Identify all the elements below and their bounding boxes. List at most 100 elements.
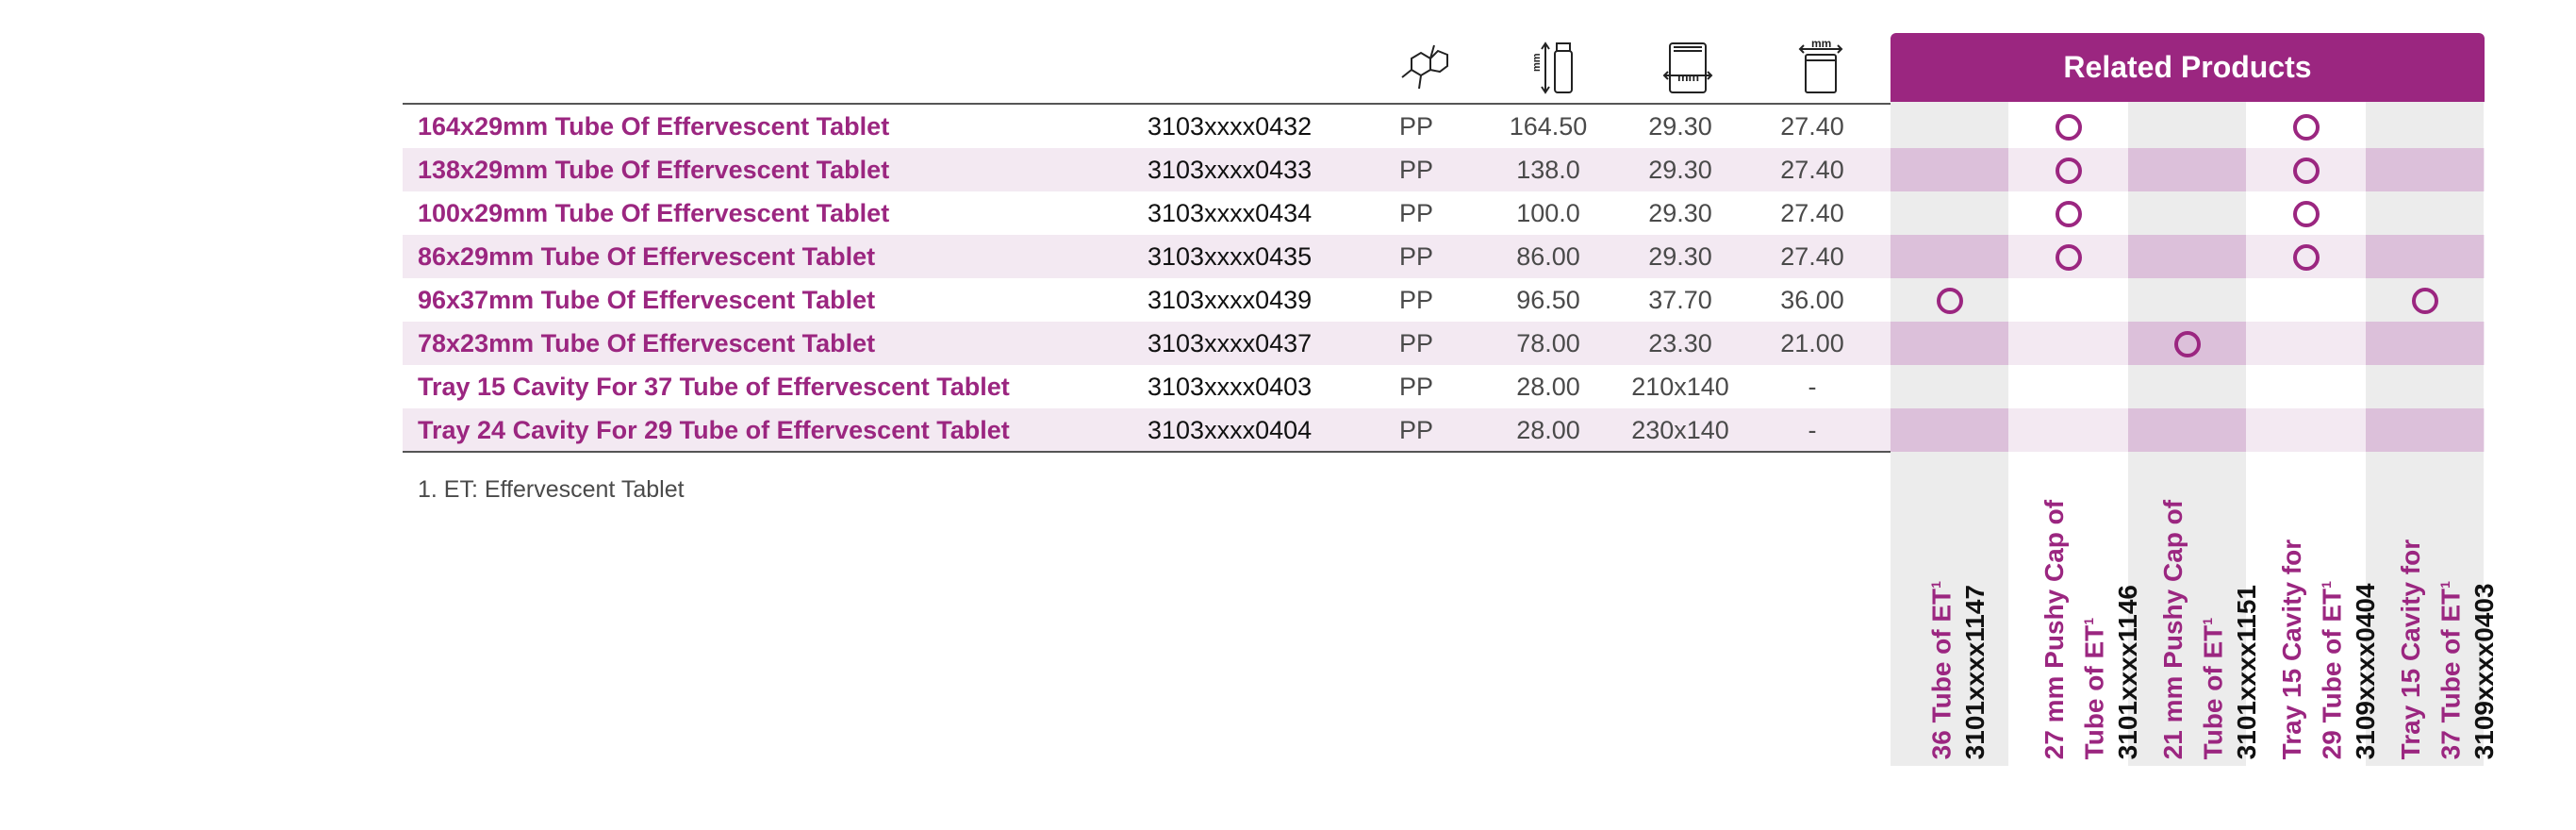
product-code: 3103xxxx0435: [1148, 242, 1313, 271]
product-rows: 164x29mm Tube Of Effervescent Tablet 3103…: [403, 105, 2485, 452]
length-mm-icon: mm: [1523, 38, 1589, 96]
product-code: 3103xxxx0437: [1148, 329, 1313, 357]
row-shade-cell: [1891, 322, 2008, 365]
row-shade-cell: [1891, 408, 2008, 452]
compatible-circle-icon: [2056, 244, 2082, 271]
diameter-cell: 37.70: [1648, 286, 1712, 314]
product-code: 3103xxxx0432: [1148, 112, 1313, 141]
row-shade-cell: [2366, 322, 2484, 365]
table-row: Tray 15 Cavity For 37 Tube of Effervesce…: [403, 365, 2485, 408]
material-cell: PP: [1398, 286, 1434, 314]
related-product-name-line2: Tube of ET1: [2079, 617, 2109, 759]
compatible-circle-icon: [2412, 288, 2438, 314]
material-cell: PP: [1398, 329, 1434, 357]
column-header-icons: mm mm mm: [0, 37, 1891, 99]
row-shade-cell: [2128, 148, 2246, 191]
diameter-cell: 210x140: [1631, 373, 1729, 401]
neck-mm-label: mm: [1811, 38, 1831, 50]
table-row: 86x29mm Tube Of Effervescent Tablet 3103x…: [403, 235, 2485, 278]
compatible-circle-icon: [2056, 114, 2082, 141]
product-name: Tray 15 Cavity For 37 Tube of Effervesce…: [418, 373, 1010, 401]
material-cell: PP: [1398, 199, 1434, 227]
product-code: 3103xxxx0433: [1148, 156, 1313, 184]
diameter-cell: 29.30: [1648, 156, 1712, 184]
related-product-name-line1: 27 mm Pushy Cap of: [2039, 499, 2069, 759]
length-cell: 28.00: [1516, 416, 1580, 444]
diameter-mm-icon: mm: [1655, 38, 1721, 96]
row-shade-cell: [2366, 408, 2484, 452]
material-molecule-icon: [1391, 38, 1457, 96]
related-product-name-line2: 29 Tube of ET1: [2317, 580, 2347, 759]
related-product-name-line1: Tray 15 Cavity for: [2277, 539, 2306, 759]
table-row: Tray 24 Cavity For 29 Tube of Effervesce…: [403, 408, 2485, 452]
row-shade-cell: [2366, 148, 2484, 191]
compatible-circle-icon: [2293, 114, 2320, 141]
related-product-name-line2: Tube of ET1: [2198, 617, 2228, 759]
compatible-circle-icon: [2293, 158, 2320, 184]
row-shade-cell: [2128, 235, 2246, 278]
row-shade-cell: [1891, 148, 2008, 191]
related-product-label: 27 mm Pushy Cap of Tube of ET1 3101xxxx114…: [2009, 472, 2142, 759]
related-product-name-line2: 37 Tube of ET1: [2436, 580, 2466, 759]
product-name: 164x29mm Tube Of Effervescent Tablet: [418, 112, 890, 141]
diameter-mm-label: mm: [1677, 70, 1699, 84]
neck-cell: -: [1808, 373, 1817, 401]
product-code: 3103xxxx0404: [1148, 416, 1313, 444]
related-product-name-line1: 21 mm Pushy Cap of: [2158, 499, 2188, 759]
table-row: 164x29mm Tube Of Effervescent Tablet 3103…: [403, 105, 2485, 148]
material-cell: PP: [1398, 373, 1434, 401]
product-name: 78x23mm Tube Of Effervescent Tablet: [418, 329, 876, 357]
product-table-page: Related Products mm mm mm 164x29mm Tube …: [0, 0, 2576, 830]
row-shade-cell: [2128, 408, 2246, 452]
length-cell: 96.50: [1516, 286, 1580, 314]
table-row: 100x29mm Tube Of Effervescent Tablet 3103…: [403, 191, 2485, 235]
diameter-cell: 29.30: [1648, 112, 1712, 141]
product-name: 86x29mm Tube Of Effervescent Tablet: [418, 242, 876, 271]
table-row: 78x23mm Tube Of Effervescent Tablet 3103x…: [403, 322, 2485, 365]
neck-cell: 21.00: [1780, 329, 1844, 357]
compatible-circle-icon: [2293, 244, 2320, 271]
footnote: 1. ET: Effervescent Tablet: [418, 476, 685, 503]
length-cell: 86.00: [1516, 242, 1580, 271]
material-cell: PP: [1398, 242, 1434, 271]
product-name: 100x29mm Tube Of Effervescent Tablet: [418, 199, 890, 227]
related-product-label: Tray 15 Cavity for 37 Tube of ET1 3109xxxx…: [2366, 472, 2499, 759]
neck-cell: 36.00: [1780, 286, 1844, 314]
diameter-cell: 23.30: [1648, 329, 1712, 357]
neck-cell: -: [1808, 416, 1817, 444]
related-product-label: 36 Tube of ET1 3101xxxx1147: [1891, 472, 2008, 759]
related-product-name-line1: Tray 15 Cavity for: [2396, 539, 2425, 759]
material-cell: PP: [1398, 112, 1434, 141]
length-cell: 78.00: [1516, 329, 1580, 357]
compatible-circle-icon: [2174, 331, 2201, 357]
row-shade-cell: [1891, 235, 2008, 278]
neck-cell: 27.40: [1780, 112, 1844, 141]
neck-cell: 27.40: [1780, 242, 1844, 271]
product-name: 96x37mm Tube Of Effervescent Tablet: [418, 286, 876, 314]
product-code: 3103xxxx0439: [1148, 286, 1313, 314]
related-product-label: 21 mm Pushy Cap of Tube of ET1 3101xxxx115…: [2128, 472, 2261, 759]
diameter-cell: 29.30: [1648, 199, 1712, 227]
related-product-name-line1: 36 Tube of ET1: [1926, 580, 1957, 759]
table-bottom-rule: [403, 451, 1891, 453]
related-product-label: Tray 15 Cavity for 29 Tube of ET1 3109xxxx…: [2247, 472, 2380, 759]
compatible-circle-icon: [2056, 158, 2082, 184]
row-shade-cell: [2366, 235, 2484, 278]
length-mm-label: mm: [1531, 53, 1543, 72]
product-name: Tray 24 Cavity For 29 Tube of Effervesce…: [418, 416, 1010, 444]
table-row: 96x37mm Tube Of Effervescent Tablet 3103x…: [403, 278, 2485, 322]
length-cell: 100.0: [1516, 199, 1580, 227]
product-name: 138x29mm Tube Of Effervescent Tablet: [418, 156, 890, 184]
product-code: 3103xxxx0434: [1148, 199, 1313, 227]
diameter-cell: 230x140: [1631, 416, 1729, 444]
table-row: 138x29mm Tube Of Effervescent Tablet 3103…: [403, 148, 2485, 191]
neck-cell: 27.40: [1780, 156, 1844, 184]
material-cell: PP: [1398, 156, 1434, 184]
product-code: 3103xxxx0403: [1148, 373, 1313, 401]
related-product-code: 3101xxxx1147: [1960, 584, 1990, 759]
length-cell: 138.0: [1516, 156, 1580, 184]
neck-cell: 27.40: [1780, 199, 1844, 227]
diameter-cell: 29.30: [1648, 242, 1712, 271]
related-products-header: Related Products: [1891, 33, 2485, 102]
length-cell: 28.00: [1516, 373, 1580, 401]
